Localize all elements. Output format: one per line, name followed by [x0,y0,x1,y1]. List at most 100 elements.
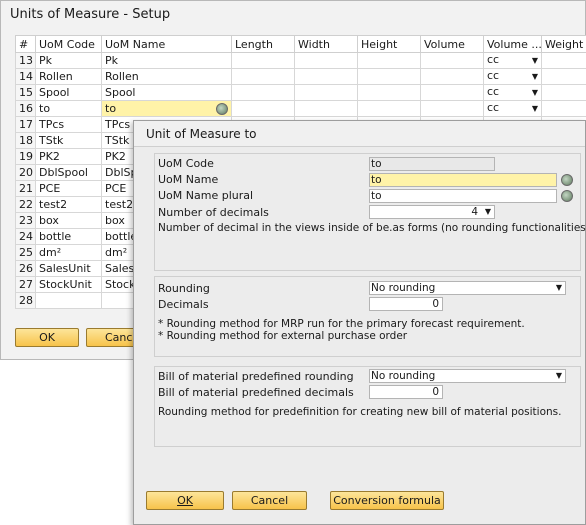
uom-name-text: TPcs [105,118,131,131]
uom-code-cell[interactable] [35,292,102,309]
uom-code-cell[interactable]: dm² [35,244,102,261]
uom-name-lookup-icon[interactable] [561,174,573,186]
uom-code-cell[interactable]: TPcs [35,116,102,133]
length-cell[interactable] [231,84,295,101]
width-cell[interactable] [294,68,358,85]
volume-cell[interactable] [420,84,484,101]
height-cell[interactable] [357,100,421,117]
bom-rounding-value: No rounding [371,370,436,382]
bom-decimals-field[interactable]: 0 [369,385,443,399]
uom-code-cell[interactable]: Pk [35,52,102,69]
uom-name-text: TStk [105,134,130,147]
chevron-down-icon[interactable]: ▼ [532,54,538,68]
dialog-cancel-button[interactable]: Cancel [232,491,307,510]
uom-name-plural-lookup-icon[interactable] [561,190,573,202]
length-cell[interactable] [231,68,295,85]
table-row[interactable]: 13 Pk Pk cc ▼ [15,52,586,69]
chevron-down-icon[interactable]: ▼ [532,86,538,100]
column-header-height[interactable]: Height [357,35,421,53]
grid-header-row: # UoM Code UoM Name Length Width Height … [15,35,586,53]
uom-code-cell[interactable]: Spool [35,84,102,101]
uom-name-cell[interactable]: Spool [101,84,232,101]
setup-ok-button[interactable]: OK [15,328,79,347]
weight-cell[interactable] [541,52,586,69]
column-header-volume-unit[interactable]: Volume ... [483,35,542,53]
table-row[interactable]: 16 to to cc ▼ [15,100,586,117]
chevron-down-icon: ▼ [555,371,562,380]
length-cell[interactable] [231,100,295,117]
column-header-num[interactable]: # [15,35,36,53]
row-number-cell: 20 [15,164,36,181]
dialog-ok-label: OK [177,494,193,507]
uom-name-cell[interactable]: Pk [101,52,232,69]
weight-cell[interactable] [541,84,586,101]
chevron-down-icon[interactable]: ▼ [532,70,538,84]
volume-unit-cell[interactable]: cc ▼ [483,52,542,69]
row-number-cell: 25 [15,244,36,261]
volume-unit-cell[interactable]: cc ▼ [483,84,542,101]
height-cell[interactable] [357,52,421,69]
conversion-formula-label: Conversion formula [333,494,441,507]
rounding-decimals-field[interactable]: 0 [369,297,443,311]
chevron-down-icon: ▼ [555,283,562,292]
width-cell[interactable] [294,100,358,117]
uom-name-field[interactable]: to [369,173,557,187]
dialog-ok-button[interactable]: OK [146,491,224,510]
weight-cell[interactable] [541,100,586,117]
volume-cell[interactable] [420,100,484,117]
column-header-uom-code[interactable]: UoM Code [35,35,102,53]
rounding-select[interactable]: No rounding ▼ [369,281,566,295]
row-number-cell: 17 [15,116,36,133]
width-cell[interactable] [294,52,358,69]
uom-code-cell[interactable]: StockUnit [35,276,102,293]
uom-dialog: Unit of Measure to UoM Code to UoM Name … [133,120,586,525]
uom-code-cell[interactable]: bottle [35,228,102,245]
uom-code-cell[interactable]: SalesUnit [35,260,102,277]
row-number-cell: 21 [15,180,36,197]
number-of-decimals-select[interactable]: 4 ▼ [369,205,495,219]
uom-code-label: UoM Code [158,157,214,170]
length-cell[interactable] [231,52,295,69]
column-header-width[interactable]: Width [294,35,358,53]
column-header-weight[interactable]: Weight [541,35,586,53]
uom-name-text: test2 [105,198,134,211]
uom-name-cell[interactable]: Rollen [101,68,232,85]
table-row[interactable]: 14 Rollen Rollen cc ▼ [15,68,586,85]
rounding-note-2: * Rounding method for external purchase … [158,330,408,342]
uom-code-cell[interactable]: to [35,100,102,117]
row-number-cell: 16 [15,100,36,117]
volume-unit-cell[interactable]: cc ▼ [483,100,542,117]
uom-code-cell[interactable]: DblSpool [35,164,102,181]
height-cell[interactable] [357,84,421,101]
setup-cancel-button[interactable]: Cance [86,328,139,347]
uom-code-cell[interactable]: TStk [35,132,102,149]
width-cell[interactable] [294,84,358,101]
table-row[interactable]: 15 Spool Spool cc ▼ [15,84,586,101]
uom-name-cell[interactable]: to [101,100,232,117]
uom-code-cell[interactable]: PCE [35,180,102,197]
volume-unit-cell[interactable]: cc ▼ [483,68,542,85]
decimals-note: Number of decimal in the views inside of… [158,222,586,234]
uom-name-text: PCE [105,182,127,195]
column-header-uom-name[interactable]: UoM Name [101,35,232,53]
uom-name-plural-field[interactable]: to [369,189,557,203]
bom-rounding-select[interactable]: No rounding ▼ [369,369,566,383]
chevron-down-icon[interactable]: ▼ [532,102,538,116]
lookup-icon[interactable] [216,103,228,115]
volume-cell[interactable] [420,68,484,85]
uom-name-text: to [105,102,117,115]
uom-code-cell[interactable]: Rollen [35,68,102,85]
uom-name-text: Rollen [105,70,139,83]
column-header-volume[interactable]: Volume [420,35,484,53]
uom-name-text: Spool [105,86,136,99]
conversion-formula-button[interactable]: Conversion formula [330,491,444,510]
volume-cell[interactable] [420,52,484,69]
column-header-length[interactable]: Length [231,35,295,53]
uom-code-cell[interactable]: test2 [35,196,102,213]
weight-cell[interactable] [541,68,586,85]
height-cell[interactable] [357,68,421,85]
volume-unit-text: cc [487,69,500,83]
uom-code-cell[interactable]: box [35,212,102,229]
uom-code-cell[interactable]: PK2 [35,148,102,165]
rounding-note-1: * Rounding method for MRP run for the pr… [158,318,525,330]
